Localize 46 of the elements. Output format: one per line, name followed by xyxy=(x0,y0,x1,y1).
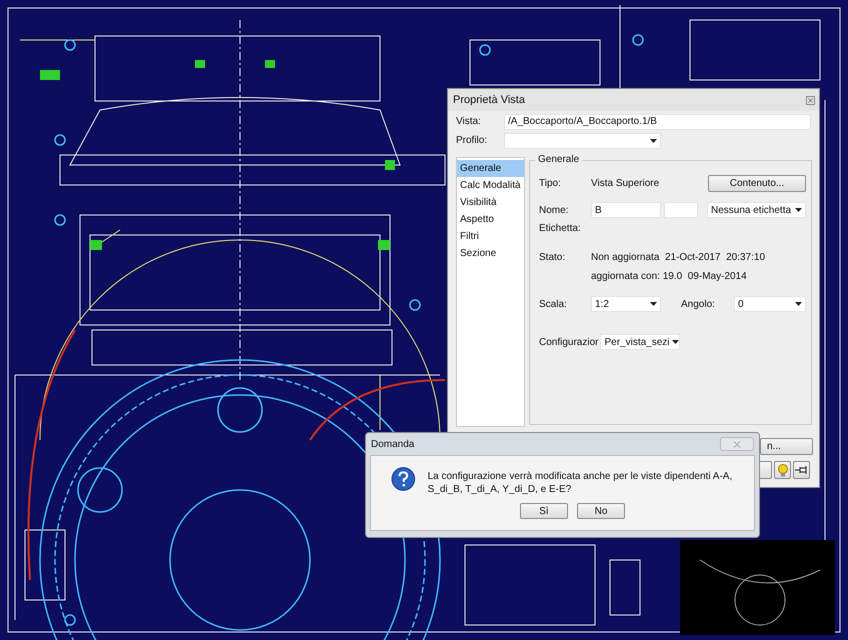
close-button[interactable] xyxy=(720,437,754,451)
status-text: Non aggiornata 21-Oct-2017 20:37:10 xyxy=(591,252,766,262)
field-label: Profilo: xyxy=(456,135,488,146)
field-label: Scala: xyxy=(539,298,568,310)
dialog-button[interactable]: Sì xyxy=(520,503,568,519)
group-title: Generale xyxy=(535,154,582,165)
angle-dropdown[interactable]: 0 xyxy=(734,296,806,312)
field-label: Configurazior xyxy=(539,336,598,348)
category-item[interactable]: Calc Modalità xyxy=(457,177,524,194)
scale-dropdown[interactable]: 1:2 xyxy=(591,296,661,312)
type-value: Vista Superiore xyxy=(591,178,660,189)
category-item[interactable]: Aspetto xyxy=(457,211,524,228)
category-item[interactable]: Sezione xyxy=(457,245,524,262)
dialog-button[interactable]: No xyxy=(577,503,625,519)
version-text: aggiornata con: 19.0 09-May-2014 xyxy=(591,270,747,282)
dropdown[interactable]: Nessuna etichetta xyxy=(707,202,806,218)
close-icon xyxy=(733,440,741,448)
input-field[interactable]: /A_Boccaporto/A_Boccaporto.1/B xyxy=(504,114,811,130)
partial-button[interactable]: n... xyxy=(760,438,813,455)
field-label: Angolo: xyxy=(681,298,716,310)
caret-icon xyxy=(795,302,802,306)
question-icon xyxy=(391,466,416,492)
close-button[interactable] xyxy=(806,96,815,104)
field-label: Vista: xyxy=(456,116,482,127)
name-field[interactable]: B xyxy=(591,202,661,218)
input-field[interactable] xyxy=(664,202,698,218)
message-text: La configurazione verrà modificata anche per le viste dipendenti A-A, S_di_B, T_di_A, Y_di_D, e E-E? xyxy=(428,470,734,496)
category-item[interactable]: Filtri xyxy=(457,228,524,245)
pin-button[interactable] xyxy=(793,461,810,479)
config-dropdown[interactable]: Per_vista_sezi xyxy=(600,334,680,350)
category-item[interactable]: Visibilità xyxy=(457,194,524,211)
caret-icon xyxy=(650,138,657,142)
caret-icon xyxy=(795,208,802,212)
field-label: Stato: xyxy=(539,252,566,262)
field-label: Tipo: xyxy=(539,178,562,189)
caret-icon xyxy=(672,340,679,344)
field-label: Etichetta: xyxy=(539,222,582,234)
close-icon xyxy=(806,96,815,104)
category-item[interactable]: Generale xyxy=(457,160,524,177)
content-button[interactable]: Contenuto... xyxy=(708,175,806,192)
field-label: Nome: xyxy=(539,204,570,216)
window-title: Proprietà Vista xyxy=(453,94,525,106)
pin-icon xyxy=(795,465,808,475)
lightbulb-icon xyxy=(776,464,788,476)
caret-icon xyxy=(650,302,657,306)
dialog-title: Domanda xyxy=(371,438,414,450)
